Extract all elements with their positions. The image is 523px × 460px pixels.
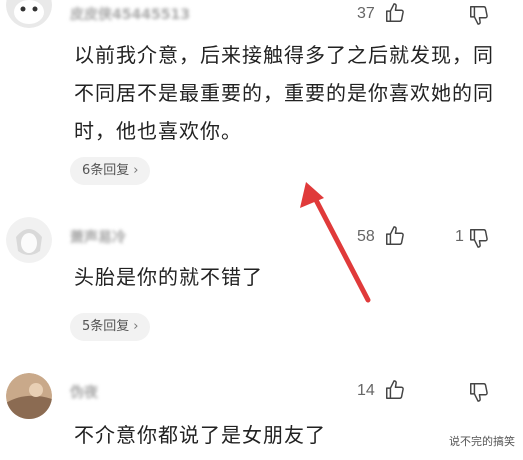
thumbs-up-icon[interactable] bbox=[384, 225, 406, 247]
username[interactable]: 伪夜 bbox=[70, 382, 98, 402]
comment-text: 以前我介意，后来接触得多了之后就发现，同不同居不是最重要的，重要的是你喜欢她的同… bbox=[74, 43, 494, 143]
username[interactable]: 皮皮侠45445513 bbox=[70, 4, 190, 24]
dislike-count: 1 bbox=[455, 228, 464, 245]
replies-label: 6条回复 bbox=[82, 163, 130, 178]
thumbs-down-icon[interactable] bbox=[468, 227, 490, 249]
view-replies-button[interactable]: 5条回复 › bbox=[70, 313, 151, 341]
chevron-right-icon: › bbox=[133, 163, 139, 178]
thumbs-up-icon[interactable] bbox=[384, 379, 406, 401]
avatar[interactable] bbox=[6, 373, 52, 419]
chevron-right-icon: › bbox=[133, 319, 139, 334]
like-count: 58 bbox=[357, 228, 375, 245]
comment-text: 不介意你都说了是女朋友了 bbox=[74, 423, 326, 447]
thumbs-up-icon[interactable] bbox=[384, 2, 406, 24]
watermark: 说不完的搞笑 bbox=[447, 432, 517, 450]
username[interactable]: 萧声易冷 bbox=[70, 227, 126, 247]
thumbs-down-icon[interactable] bbox=[468, 381, 490, 403]
comment-text: 头胎是你的就不错了 bbox=[74, 265, 263, 289]
like-count: 37 bbox=[357, 5, 375, 22]
view-replies-button[interactable]: 6条回复 › bbox=[70, 157, 151, 185]
avatar[interactable] bbox=[6, 0, 52, 28]
replies-label: 5条回复 bbox=[82, 319, 130, 334]
avatar[interactable] bbox=[6, 217, 52, 263]
thumbs-down-icon[interactable] bbox=[468, 4, 490, 26]
like-count: 14 bbox=[357, 382, 375, 399]
